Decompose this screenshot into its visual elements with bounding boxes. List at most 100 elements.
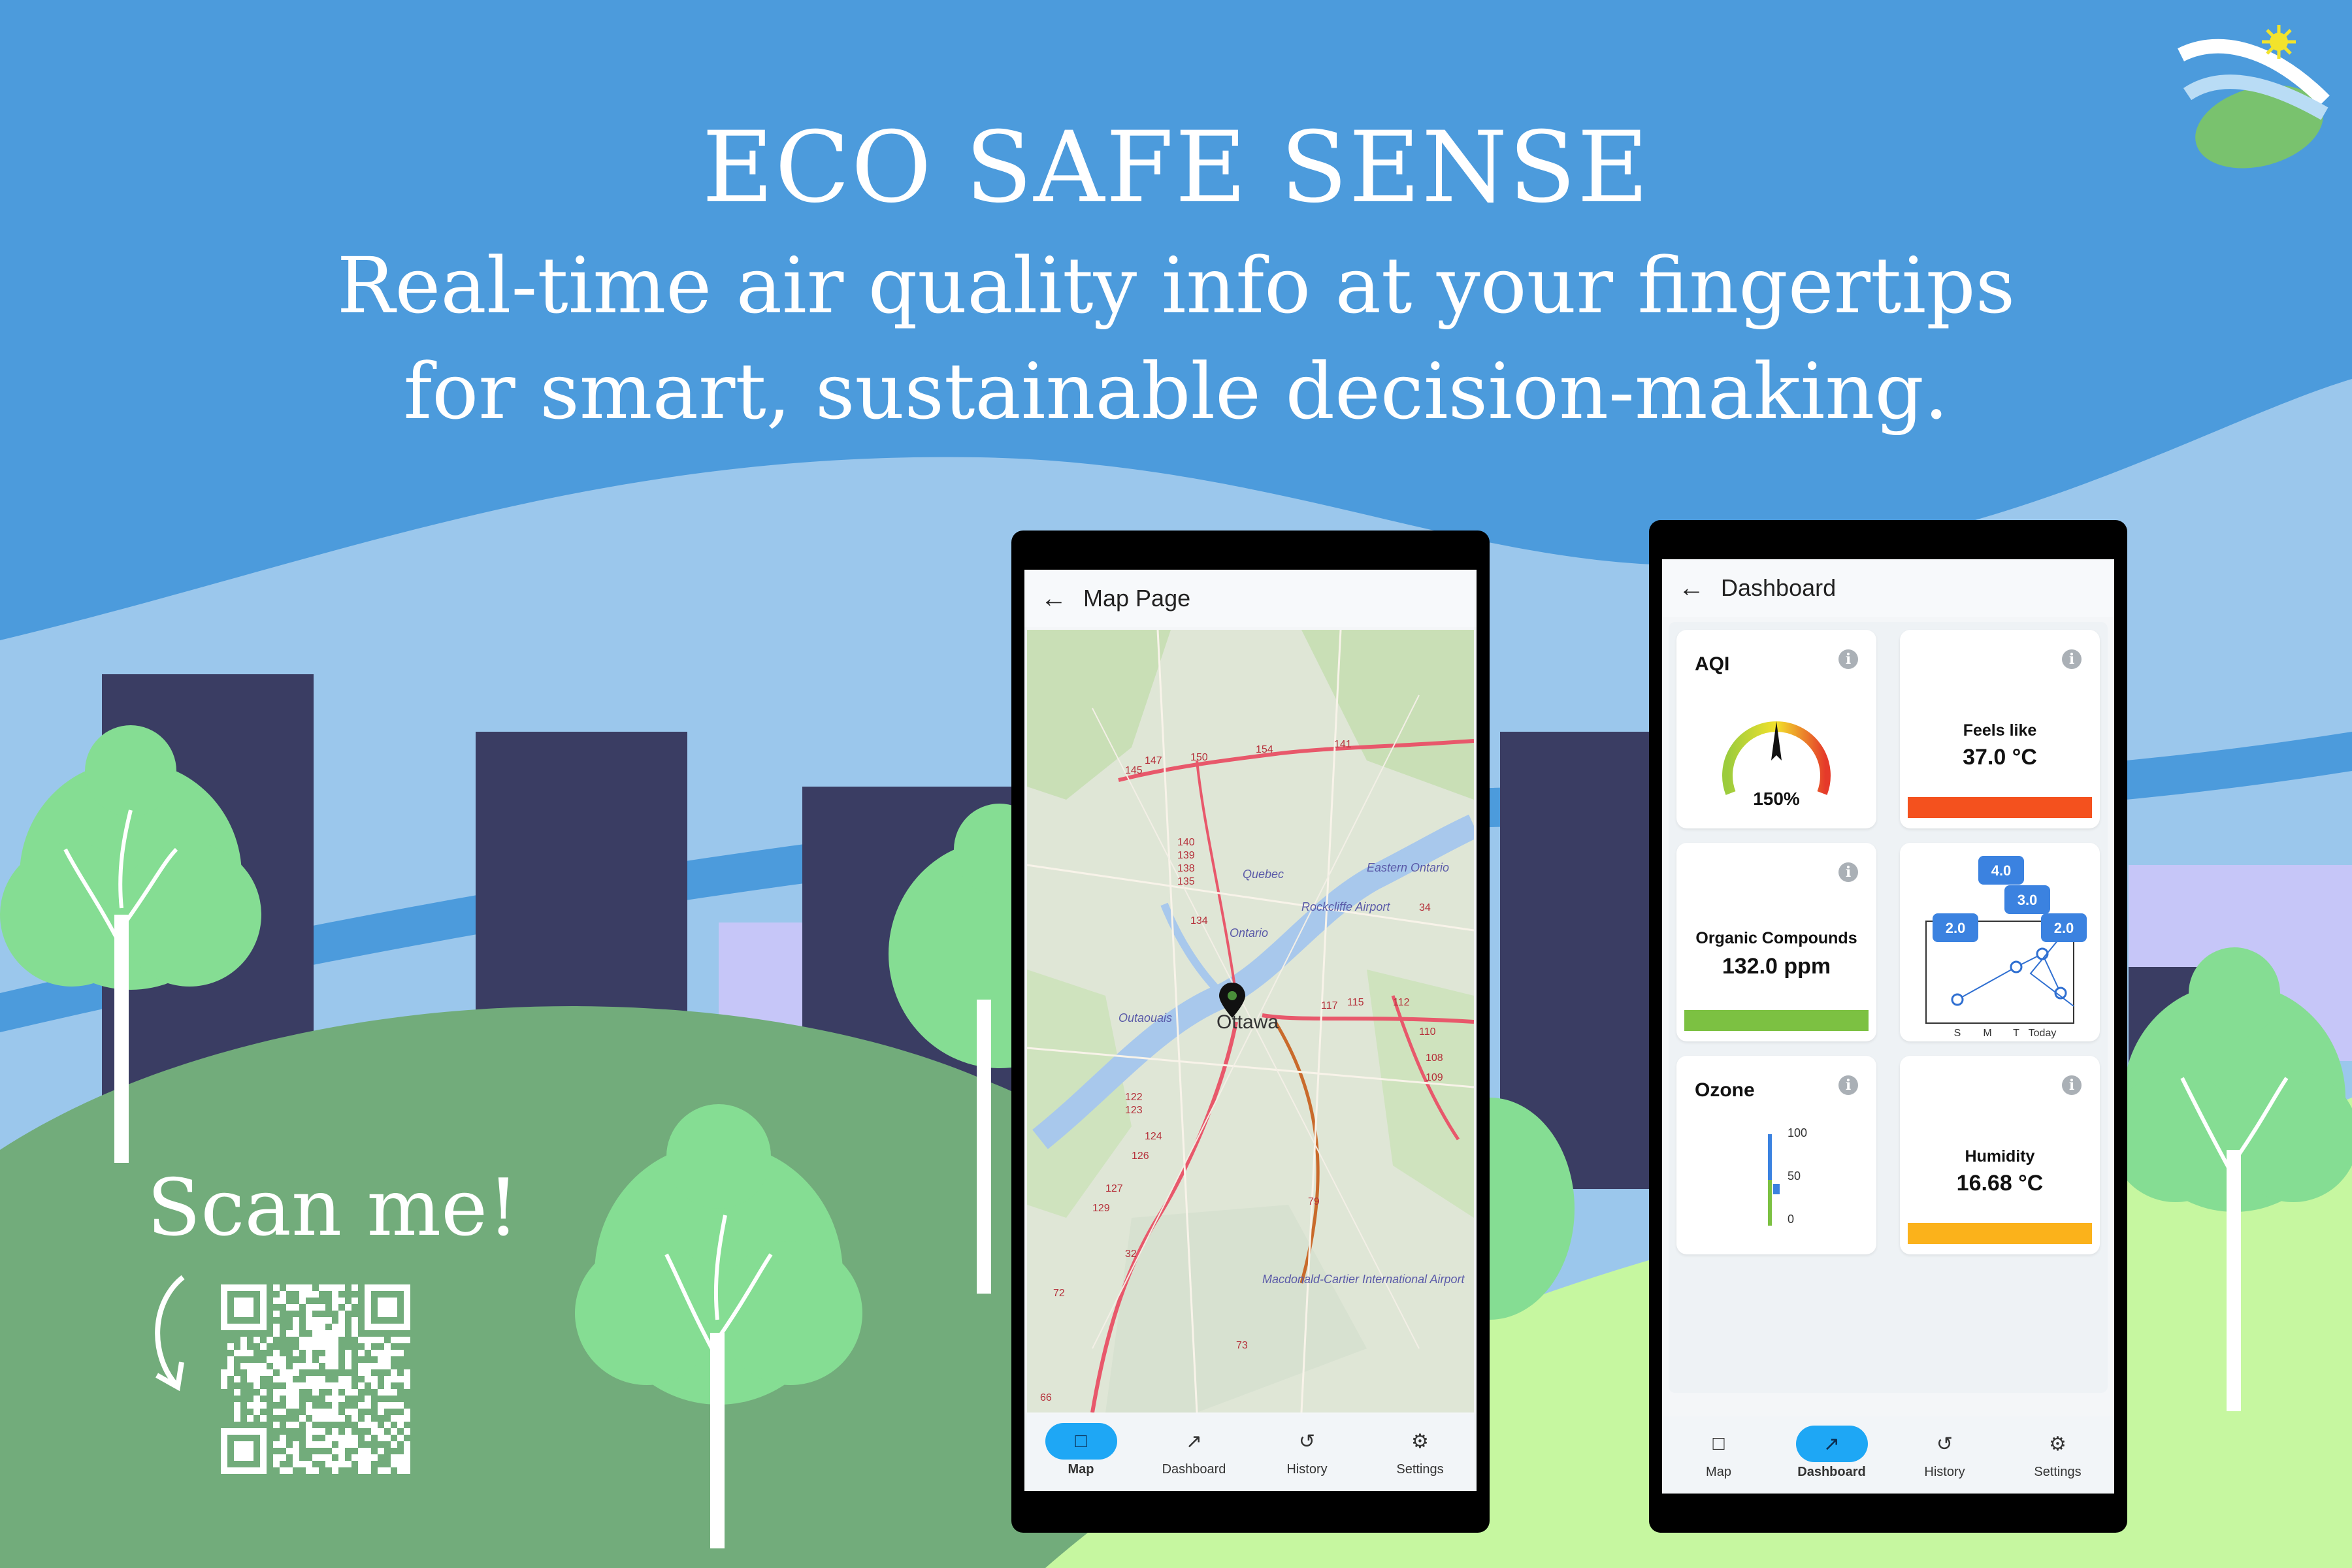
history-icon: ↺ — [1298, 1430, 1316, 1452]
info-icon[interactable]: i — [1838, 862, 1858, 882]
info-icon[interactable]: i — [1838, 1075, 1858, 1095]
road-number-label: 124 — [1145, 1131, 1162, 1142]
info-icon[interactable]: i — [2062, 649, 2082, 669]
road-number-label: 145 — [1125, 765, 1143, 776]
map-icon: □ — [1045, 1423, 1117, 1460]
feels-like-card[interactable]: i Feels like 37.0 °C — [1900, 630, 2100, 828]
tagline-line-2: for smart, sustainable decision-making. — [403, 346, 1949, 436]
road-number-label: 135 — [1177, 876, 1195, 887]
ozone-level-marker — [1773, 1184, 1780, 1194]
road-number-label: 112 — [1393, 997, 1410, 1008]
history-icon: ↺ — [1936, 1433, 1953, 1455]
nav-map[interactable]: □ Map — [1662, 1416, 1775, 1494]
road-number-label: 127 — [1105, 1183, 1123, 1194]
dashboard-grid: AQI i 150% i Feels like 37.0 °C i Organi… — [1669, 622, 2108, 1393]
aqi-title: AQI — [1695, 653, 1730, 675]
organic-compounds-card[interactable]: i Organic Compounds 132.0 ppm — [1676, 843, 1876, 1041]
organic-compounds-value: 132.0 ppm — [1722, 954, 1831, 979]
phone-dashboard-screen: ← Dashboard AQI i 150% i Feels like 37.0… — [1649, 520, 2127, 1533]
trend-value-label: 4.0 — [1991, 862, 2012, 879]
organic-compounds-label: Organic Compounds — [1695, 929, 1857, 947]
gear-icon: ⚙ — [1411, 1430, 1429, 1452]
humidity-value: 16.68 °C — [1956, 1171, 2044, 1196]
trend-point — [1951, 993, 1964, 1006]
map-label-eastern-ontario: Eastern Ontario — [1367, 861, 1449, 874]
road-number-label: 134 — [1190, 915, 1208, 926]
arrow-left-icon[interactable]: ← — [1662, 559, 1721, 617]
road-number-label: 147 — [1145, 755, 1162, 766]
trend-value-label: 3.0 — [2017, 892, 2038, 908]
trend-line — [1957, 953, 2061, 1000]
dashboard-bottom-nav: □ Map ↗ Dashboard ↺ History ⚙ Settings — [1662, 1416, 2114, 1494]
road-number-label: 150 — [1190, 752, 1208, 763]
dashboard-screen: ← Dashboard AQI i 150% i Feels like 37.0… — [1662, 559, 2114, 1494]
map-label-airport: Macdonald-Cartier International Airport — [1262, 1273, 1465, 1286]
dashboard-appbar: ← Dashboard — [1662, 559, 2114, 617]
nav-map[interactable]: □ Map — [1024, 1414, 1137, 1491]
nav-history[interactable]: ↺ History — [1250, 1414, 1364, 1491]
map-appbar: ← Map Page — [1024, 570, 1477, 627]
road-number-label: 140 — [1177, 837, 1195, 848]
ozone-level-gauge: 100 50 0 — [1768, 1128, 1807, 1226]
tagline-line-1: Real-time air quality info at your finge… — [336, 240, 2016, 331]
trend-chart-card[interactable]: 4.0 3.0 2.0 2.0 S M T Today — [1900, 843, 2100, 1041]
ozone-title: Ozone — [1695, 1079, 1755, 1101]
road-number-label: 154 — [1256, 744, 1273, 755]
nav-map-label: Map — [1068, 1462, 1094, 1477]
info-icon[interactable]: i — [1838, 649, 1858, 669]
trend-x-label: T — [2013, 1028, 2019, 1039]
trend-point — [2010, 960, 2023, 973]
map-icon: □ — [1712, 1433, 1725, 1454]
humidity-label: Humidity — [1965, 1147, 2035, 1166]
nav-dashboard[interactable]: ↗ Dashboard — [1137, 1414, 1250, 1491]
info-icon[interactable]: i — [2062, 1075, 2082, 1095]
arrow-left-icon[interactable]: ← — [1024, 570, 1083, 627]
trend-x-label: M — [1983, 1028, 1991, 1039]
road-number-label: 109 — [1426, 1072, 1443, 1083]
road-number-label: 72 — [1053, 1288, 1065, 1299]
trend-x-label: Today — [2029, 1028, 2057, 1039]
aqi-card[interactable]: AQI i 150% — [1676, 630, 1876, 828]
map-view[interactable]: Ottawa Rockcliffe Airport Macdonald-Cart… — [1027, 630, 1474, 1413]
road-number-label: 66 — [1040, 1392, 1052, 1403]
nav-settings[interactable]: ⚙ Settings — [2001, 1416, 2114, 1494]
nav-dashboard-label: Dashboard — [1162, 1462, 1226, 1477]
road-number-label: 108 — [1426, 1053, 1443, 1064]
aqi-gauge: 150% — [1722, 721, 1831, 809]
humidity-card[interactable]: i Humidity 16.68 °C — [1900, 1056, 2100, 1254]
map-page-title: Map Page — [1083, 585, 1191, 612]
nav-history[interactable]: ↺ History — [1888, 1416, 2001, 1494]
curved-arrow-icon — [155, 1275, 185, 1392]
road-number-label: 79 — [1308, 1196, 1320, 1207]
road-number-label: 129 — [1092, 1203, 1110, 1214]
nav-history-label: History — [1924, 1465, 1965, 1479]
feels-like-bar — [1908, 797, 2092, 818]
aqi-value: 150% — [1753, 789, 1800, 809]
road-number-label: 126 — [1132, 1151, 1149, 1162]
trend-icon: ↗ — [1185, 1430, 1203, 1452]
road-number-label: 73 — [1236, 1340, 1248, 1351]
road-number-label: 122 — [1125, 1092, 1143, 1103]
road-number-label: 138 — [1177, 863, 1195, 874]
nav-settings-label: Settings — [1396, 1462, 1444, 1477]
nav-settings[interactable]: ⚙ Settings — [1364, 1414, 1477, 1491]
ozone-card[interactable]: Ozone i 100 50 0 — [1676, 1056, 1876, 1254]
trend-x-label: S — [1954, 1028, 1961, 1039]
humidity-bar — [1908, 1223, 2092, 1244]
road-number-label: 115 — [1347, 997, 1364, 1008]
feels-like-label: Feels like — [1963, 721, 2037, 740]
road-number-label: 110 — [1419, 1026, 1436, 1037]
road-number-label: 141 — [1334, 739, 1352, 750]
map-label-quebec: Quebec — [1243, 868, 1284, 881]
road-number-label: 32 — [1125, 1249, 1137, 1260]
nav-dashboard-label: Dashboard — [1797, 1465, 1866, 1479]
road-number-label: 34 — [1419, 902, 1431, 913]
nav-map-label: Map — [1706, 1465, 1731, 1479]
phone-map-screen: ← Map Page Ottawa Rockcliffe Airport Mac… — [1011, 531, 1490, 1533]
nav-settings-label: Settings — [2034, 1465, 2082, 1479]
nav-dashboard[interactable]: ↗ Dashboard — [1775, 1416, 1888, 1494]
trend-value-label: 2.0 — [2054, 920, 2074, 936]
ozone-tick-label: 0 — [1788, 1213, 1794, 1226]
qr-code[interactable] — [221, 1284, 410, 1474]
road-number-label: 139 — [1177, 850, 1195, 861]
